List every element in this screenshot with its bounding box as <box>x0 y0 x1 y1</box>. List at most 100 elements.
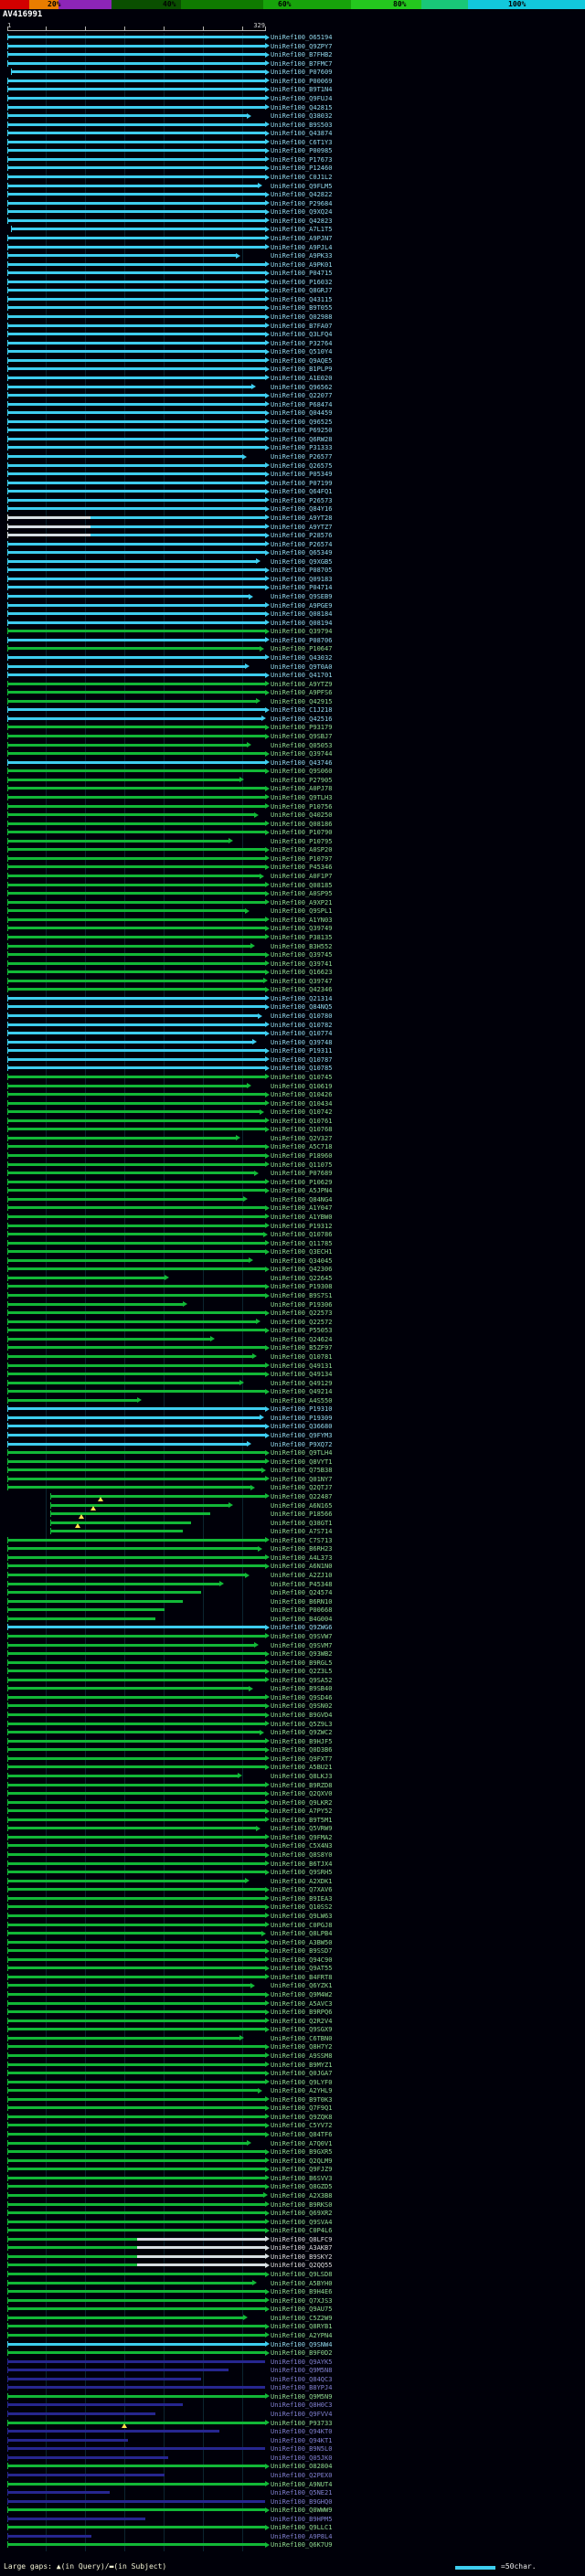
alignment-bar[interactable] <box>50 1521 191 1524</box>
alignment-bar[interactable] <box>7 2010 265 2013</box>
hit-label[interactable]: UniRef100_Q10781 <box>271 1353 332 1361</box>
hit-label[interactable]: UniRef100_P55053 <box>271 1327 332 1334</box>
hit-label[interactable]: UniRef100_Q41701 <box>271 672 332 679</box>
hit-label[interactable]: UniRef100_B3H552 <box>271 943 332 950</box>
alignment-bar[interactable] <box>7 1259 249 1262</box>
hit-label[interactable]: UniRef100_P32764 <box>271 340 332 347</box>
alignment-bar[interactable] <box>7 2422 265 2424</box>
hit-label[interactable]: UniRef100_Q42346 <box>271 986 332 993</box>
alignment-bar[interactable] <box>50 1530 182 1532</box>
hit-label[interactable]: UniRef100_Q05JK0 <box>271 2454 332 2462</box>
alignment-bar[interactable] <box>7 2063 265 2066</box>
alignment-bar[interactable] <box>7 884 265 886</box>
alignment-bar[interactable] <box>7 80 265 82</box>
alignment-bar[interactable] <box>7 359 265 362</box>
alignment-bar[interactable] <box>7 1145 265 1148</box>
alignment-bar[interactable] <box>7 289 265 292</box>
alignment-bar[interactable] <box>7 604 265 607</box>
hit-label[interactable]: UniRef100_Q9XQ24 <box>271 208 332 216</box>
hit-label[interactable]: UniRef100_Q75B38 <box>271 1467 332 1474</box>
alignment-bar[interactable] <box>7 2072 265 2074</box>
hit-label[interactable]: UniRef100_P26573 <box>271 497 332 504</box>
alignment-bar[interactable] <box>7 1250 265 1253</box>
alignment-bar[interactable] <box>7 787 265 790</box>
hit-label[interactable]: UniRef100_P93733 <box>271 2420 332 2427</box>
alignment-bar[interactable] <box>7 1941 265 1944</box>
alignment-bar[interactable] <box>7 848 265 851</box>
alignment-bar[interactable] <box>7 1023 265 1026</box>
hit-label[interactable]: UniRef100_P07609 <box>271 69 332 76</box>
hit-label[interactable]: UniRef100_P00985 <box>271 147 332 154</box>
hit-label[interactable]: UniRef100_B9T0K3 <box>271 2096 332 2104</box>
hit-label[interactable]: UniRef100_P9XQ72 <box>271 1441 332 1448</box>
alignment-bar[interactable] <box>7 1311 265 1314</box>
alignment-bar[interactable] <box>7 1914 265 1917</box>
alignment-bar[interactable] <box>7 2430 219 2433</box>
alignment-bar[interactable] <box>7 1984 250 1987</box>
hit-label[interactable]: UniRef100_A3AKB7 <box>271 2244 332 2252</box>
alignment-bar[interactable] <box>137 2255 265 2258</box>
alignment-bar[interactable] <box>7 970 265 973</box>
hit-label[interactable]: UniRef100_B6TJX4 <box>271 1860 332 1868</box>
hit-label[interactable]: UniRef100_Q39747 <box>271 978 332 985</box>
alignment-bar[interactable] <box>7 376 265 379</box>
hit-label[interactable]: UniRef100_Q34045 <box>271 1257 332 1265</box>
alignment-bar[interactable] <box>7 1713 265 1716</box>
hit-label[interactable]: UniRef100_Q2QTJ7 <box>271 1484 332 1491</box>
hit-label[interactable]: UniRef100_Q9T0A0 <box>271 663 332 671</box>
alignment-bar[interactable] <box>50 1495 265 1498</box>
hit-label[interactable]: UniRef100_Q10426 <box>271 1091 332 1098</box>
alignment-bar[interactable] <box>7 1924 265 1926</box>
alignment-bar[interactable] <box>7 1486 250 1489</box>
alignment-bar[interactable] <box>7 263 265 266</box>
alignment-bar[interactable] <box>7 2037 239 2040</box>
alignment-bar[interactable] <box>7 1564 265 1567</box>
alignment-bar[interactable] <box>7 2124 265 2126</box>
alignment-bar[interactable] <box>7 639 265 641</box>
hit-label[interactable]: UniRef100_B9SB40 <box>271 1685 332 1692</box>
hit-label[interactable]: UniRef100_P10795 <box>271 838 332 845</box>
alignment-bar[interactable] <box>7 578 265 580</box>
hit-label[interactable]: UniRef100_Q0JGA7 <box>271 2070 332 2077</box>
alignment-bar[interactable] <box>7 534 90 536</box>
alignment-bar[interactable] <box>7 2282 252 2284</box>
hit-label[interactable]: UniRef100_Q5VRW9 <box>271 1825 332 1832</box>
hit-label[interactable]: UniRef100_B9IEA3 <box>271 1895 332 1903</box>
hit-label[interactable]: UniRef100_Q01NY7 <box>271 1476 332 1483</box>
alignment-bar[interactable] <box>7 1242 265 1245</box>
alignment-bar[interactable] <box>7 1303 183 1306</box>
hit-label[interactable]: UniRef100_Q96525 <box>271 419 332 426</box>
alignment-bar[interactable] <box>7 805 265 808</box>
alignment-bar[interactable] <box>11 228 265 230</box>
hit-label[interactable]: UniRef100_Q65349 <box>271 549 332 557</box>
hit-label[interactable]: UniRef100_Q39744 <box>271 750 332 758</box>
hit-label[interactable]: UniRef100_B6RN10 <box>271 1598 332 1606</box>
hit-label[interactable]: UniRef100_Q6K7U9 <box>271 2541 332 2549</box>
alignment-bar[interactable] <box>7 455 242 458</box>
alignment-bar[interactable] <box>7 2106 265 2109</box>
hit-label[interactable]: UniRef100_B5ZF97 <box>271 1344 332 1352</box>
alignment-bar[interactable] <box>7 2142 247 2145</box>
alignment-bar[interactable] <box>7 1617 155 1620</box>
alignment-bar[interactable] <box>7 717 261 720</box>
hit-label[interactable]: UniRef100_A5AVC3 <box>271 2000 332 2008</box>
alignment-bar[interactable] <box>7 88 265 90</box>
alignment-bar[interactable] <box>7 1670 265 1672</box>
hit-label[interactable]: UniRef100_Q05053 <box>271 742 332 749</box>
hit-label[interactable]: UniRef100_C6TBN0 <box>271 2035 332 2042</box>
alignment-bar[interactable] <box>7 1399 137 1402</box>
alignment-bar[interactable] <box>7 683 265 685</box>
hit-label[interactable]: UniRef100_A4S550 <box>271 1397 332 1405</box>
hit-label[interactable]: UniRef100_Q10782 <box>271 1022 332 1029</box>
alignment-bar[interactable] <box>7 1014 258 1017</box>
alignment-bar[interactable] <box>7 132 265 134</box>
alignment-bar[interactable] <box>7 875 260 877</box>
alignment-bar[interactable] <box>90 516 265 519</box>
hit-label[interactable]: UniRef100_Q9ZPY7 <box>271 43 332 50</box>
hit-label[interactable]: UniRef100_C0J1L2 <box>271 174 332 181</box>
alignment-bar[interactable] <box>7 1792 265 1795</box>
alignment-bar[interactable] <box>7 1206 265 1209</box>
hit-label[interactable]: UniRef100_A9PK01 <box>271 261 332 269</box>
hit-label[interactable]: UniRef100_Q39749 <box>271 925 332 932</box>
hit-label[interactable]: UniRef100_A7S714 <box>271 1528 332 1535</box>
